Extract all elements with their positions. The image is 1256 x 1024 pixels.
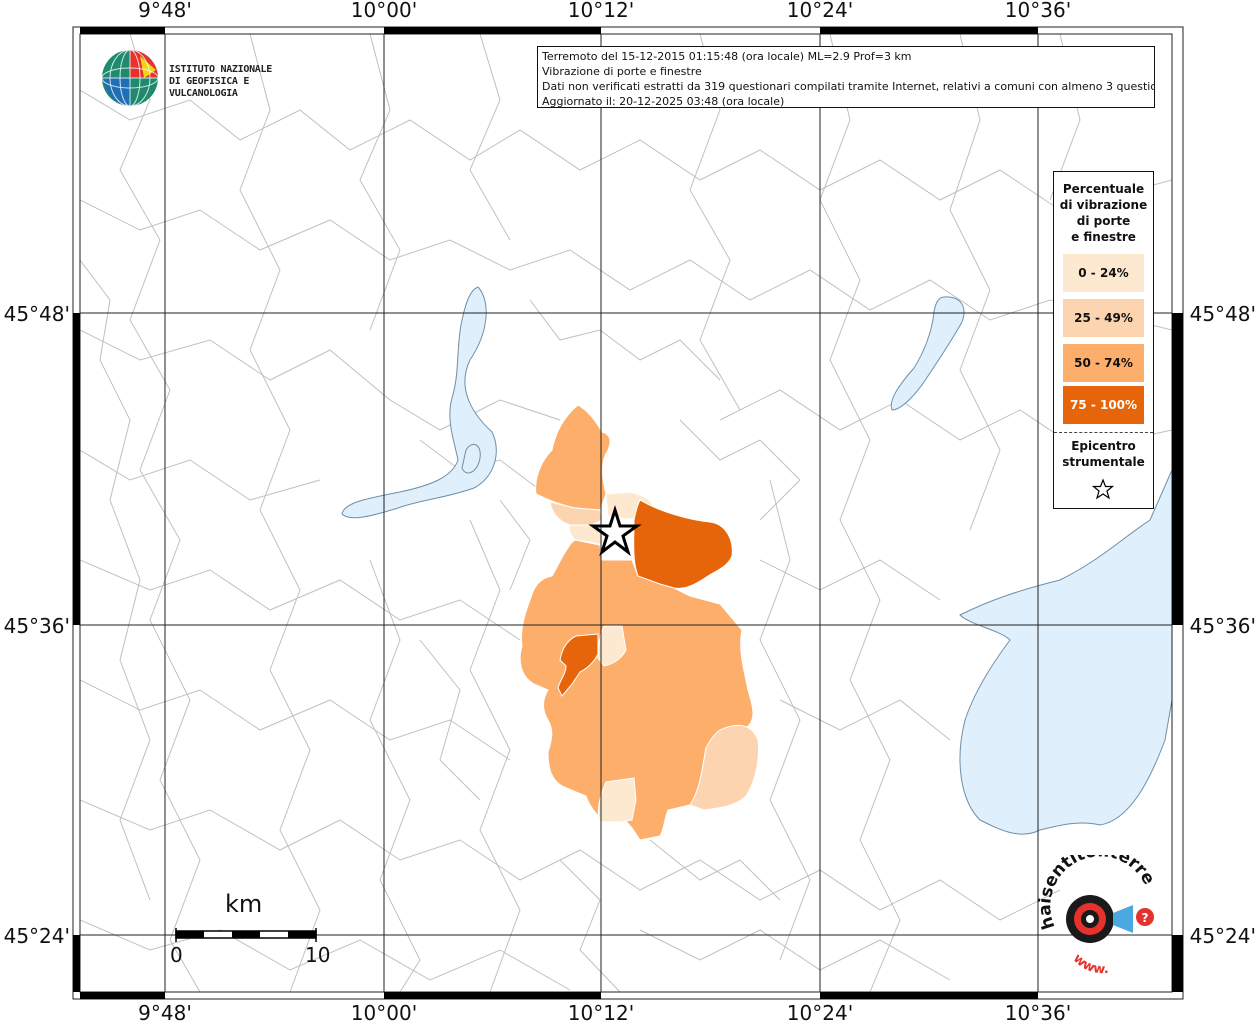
globe-icon bbox=[101, 49, 159, 107]
map-legend: Percentuale di vibrazione di porte e fin… bbox=[1053, 171, 1154, 509]
scale-start: 0 bbox=[170, 943, 183, 967]
lon-label-bottom: 9°48' bbox=[138, 1001, 192, 1024]
lon-labels-top: 9°48' 10°00' 10°12' 10°24' 10°36' bbox=[138, 0, 1071, 22]
lon-label-top: 10°12' bbox=[568, 0, 634, 22]
scale-bar: km 0 10 bbox=[168, 890, 338, 970]
info-line-updated: Aggiornato il: 20-12-2025 03:48 (ora loc… bbox=[542, 95, 785, 108]
info-line-type: Vibrazione di porte e finestre bbox=[542, 65, 702, 78]
lon-label-top: 10°24' bbox=[787, 0, 853, 22]
legend-title-line: Percentuale bbox=[1062, 182, 1145, 196]
lon-label-top: 9°48' bbox=[138, 0, 192, 22]
legend-class-0-24: 0 - 24% bbox=[1063, 254, 1144, 292]
scale-end: 10 bbox=[305, 943, 331, 967]
legend-title: Percentuale di vibrazione di porte e fin… bbox=[1054, 181, 1153, 245]
logo-line: ISTITUTO NAZIONALE bbox=[169, 64, 272, 75]
legend-epicenter-line: strumentale bbox=[1062, 455, 1145, 469]
lat-label-right: 45°24' bbox=[1190, 924, 1256, 948]
legend-epicenter-line: Epicentro bbox=[1071, 439, 1136, 453]
lon-label-top: 10°00' bbox=[351, 0, 417, 22]
lat-labels-right: 45°48' 45°36' 45°24' bbox=[1190, 302, 1256, 948]
legend-title-line: di vibrazione bbox=[1059, 198, 1148, 212]
hsit-logo-graphic: haisentitoilterremoto.it www. ? bbox=[1024, 840, 1158, 978]
lat-labels-left: 45°48' 45°36' 45°24' bbox=[4, 302, 70, 948]
info-line-source: Dati non verificati estratti da 319 ques… bbox=[542, 80, 1155, 93]
legend-class-25-49: 25 - 49% bbox=[1063, 299, 1144, 337]
lat-label-left: 45°24' bbox=[4, 924, 70, 948]
lon-label-bottom: 10°00' bbox=[351, 1001, 417, 1024]
info-line-event: Terremoto del 15-12-2015 01:15:48 (ora l… bbox=[542, 50, 912, 63]
lon-label-bottom: 10°12' bbox=[568, 1001, 634, 1024]
lat-label-left: 45°36' bbox=[4, 614, 70, 638]
megaphone-icon bbox=[1113, 905, 1133, 933]
hsit-logo: haisentitoilterremoto.it www. ? bbox=[1024, 840, 1173, 985]
legend-separator bbox=[1054, 432, 1153, 433]
hsit-logo-url: www. bbox=[1070, 951, 1109, 977]
lat-label-left: 45°48' bbox=[4, 302, 70, 326]
lat-label-right: 45°36' bbox=[1190, 614, 1256, 638]
legend-title-line: e finestre bbox=[1071, 230, 1136, 244]
legend-title-line: di porte bbox=[1076, 214, 1131, 228]
earthquake-info-box: Terremoto del 15-12-2015 01:15:48 (ora l… bbox=[537, 46, 1155, 108]
svg-text:?: ? bbox=[1142, 911, 1149, 925]
legend-epicenter-label: Epicentro strumentale bbox=[1054, 438, 1153, 470]
scale-unit: km bbox=[225, 890, 263, 918]
lon-label-bottom: 10°24' bbox=[787, 1001, 853, 1024]
star-icon bbox=[1092, 478, 1114, 500]
lon-label-bottom: 10°36' bbox=[1005, 1001, 1071, 1024]
lon-labels-bottom: 9°48' 10°00' 10°12' 10°24' 10°36' bbox=[138, 1001, 1071, 1024]
legend-class-50-74: 50 - 74% bbox=[1063, 344, 1144, 382]
lat-label-right: 45°48' bbox=[1190, 302, 1256, 326]
ingv-logo: ISTITUTO NAZIONALE DI GEOFISICA E VULCAN… bbox=[100, 48, 320, 110]
legend-class-75-100: 75 - 100% bbox=[1063, 386, 1144, 424]
logo-line: DI GEOFISICA E VULCANOLOGIA bbox=[169, 76, 250, 99]
lon-label-top: 10°36' bbox=[1005, 0, 1071, 22]
ingv-logo-text: ISTITUTO NAZIONALE DI GEOFISICA E VULCAN… bbox=[169, 64, 320, 100]
